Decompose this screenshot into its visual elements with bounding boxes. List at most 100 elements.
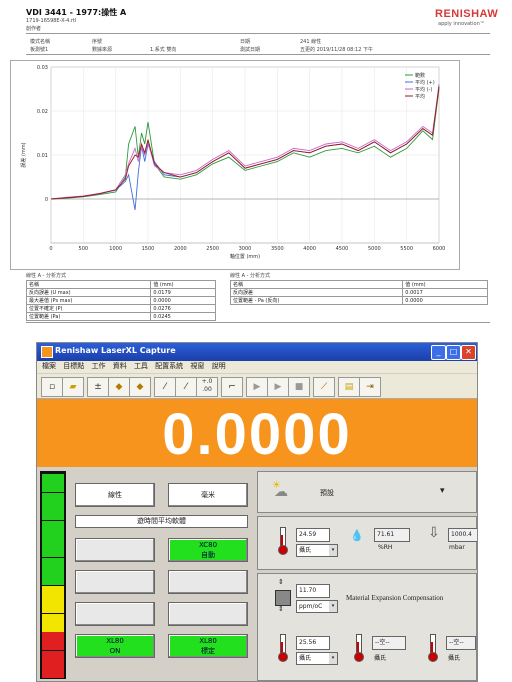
chevron-down-icon[interactable]: ▾ — [329, 545, 337, 556]
exit-door-icon[interactable]: ⇥ — [359, 377, 381, 397]
averaging-mode-button[interactable]: 遊時間平均軟體 — [75, 515, 248, 528]
graph-icon[interactable]: ⟋ — [313, 377, 335, 397]
thermometer-icon — [278, 527, 288, 555]
chevron-down-icon[interactable]: ▾ — [440, 486, 445, 496]
level-segment — [42, 548, 64, 558]
close-icon[interactable]: ✕ — [461, 345, 476, 360]
weather-preset-label: 預設 — [320, 489, 334, 497]
slope-icon[interactable]: ⁄ — [154, 377, 176, 397]
slope-reset-icon[interactable]: ⁄ — [175, 377, 197, 397]
target-icon[interactable]: ◆ — [108, 377, 130, 397]
level-segment — [42, 474, 64, 483]
report-page: VDI 3441 - 1977:操性 A 1719-16598E-X-4.rtl… — [0, 0, 512, 330]
table-row: 位置範差 - Pa (反向) 0.0000 — [229, 296, 488, 305]
expansion-unit: ppm/oC — [299, 603, 323, 610]
open-folder-icon[interactable]: ▰ — [62, 377, 84, 397]
material-temp-1-field[interactable]: 25.56 — [296, 636, 330, 650]
material-temp-2-field[interactable]: --空-- — [372, 636, 406, 650]
play-icon[interactable]: ▶ — [246, 377, 268, 397]
plus-minus-icon[interactable]: ± — [87, 377, 109, 397]
title-bar[interactable]: Renishaw LaserXL Capture _ □ ✕ — [37, 343, 477, 361]
table-right: 名稱值 (mm) 反向誤差 0.0017 位置範差 - Pa (反向) 0.0000 — [229, 280, 488, 305]
expand-arrows-icon: ⇕ — [278, 578, 284, 586]
ramp-icon[interactable]: ⌐ — [221, 377, 243, 397]
expansion-unit-select[interactable]: ppm/oC ▾ — [296, 600, 338, 613]
menu-target[interactable]: 目標點 — [63, 362, 84, 370]
meta-testdate: 五更的 2019/11/28 08:12 下午 — [300, 47, 373, 53]
signal-strength-bar — [40, 471, 66, 679]
xl80-calibrate-button[interactable]: XL80 標定 — [168, 634, 248, 658]
table-left-title: 線性 A - 分析方式 — [26, 273, 66, 279]
x-tick-label: 1500 — [142, 246, 155, 252]
meta-serial: 序號 — [92, 39, 103, 45]
minimize-icon[interactable]: _ — [431, 345, 446, 360]
x-tick-label: 4000 — [303, 246, 316, 252]
clipboard-icon[interactable]: ▤ — [338, 377, 360, 397]
table-row: 位置範差 (Pa) 0.0245 — [25, 312, 216, 321]
material-compensation-label: Material Expansion Compensation — [346, 594, 444, 602]
level-segment — [42, 539, 64, 549]
report-author: 創作者 — [26, 26, 42, 32]
menu-tools[interactable]: 工具 — [134, 362, 148, 370]
xl80-on-button[interactable]: XL80 ON — [75, 634, 155, 658]
table-header: 名稱 — [25, 280, 152, 289]
menu-work[interactable]: 工作 — [91, 362, 105, 370]
mm-button[interactable]: 毫米 — [168, 483, 248, 507]
material-block-icon — [275, 590, 291, 606]
on-label: ON — [109, 647, 121, 655]
stop-icon[interactable]: ■ — [288, 377, 310, 397]
x-tick-label: 500 — [79, 246, 89, 252]
air-temp-field[interactable]: 24.59 — [296, 528, 330, 542]
empty-button-5[interactable] — [168, 602, 248, 626]
level-segment — [42, 632, 64, 642]
level-segment — [42, 613, 64, 623]
pressure-field[interactable]: 1000.4 — [448, 528, 477, 542]
datum-icon[interactable]: +.0.00 — [196, 377, 218, 397]
level-segment — [42, 483, 64, 493]
empty-button-3[interactable] — [168, 570, 248, 594]
x-tick-label: 5500 — [400, 246, 413, 252]
report-file: 1719-16598E-X-4.rtl — [26, 18, 77, 24]
meta-source: 數據來源 — [92, 47, 113, 53]
maximize-icon[interactable]: □ — [446, 345, 461, 360]
weather-panel: ☁ ☀ 預設 ▾ — [257, 471, 477, 513]
material-temp-1-unit: 攝氏 — [299, 655, 312, 662]
menu-window[interactable]: 視窗 — [190, 362, 204, 370]
level-segment — [42, 511, 64, 521]
play-step-icon[interactable]: ▶ — [267, 377, 289, 397]
table-cell: 0.0000 — [150, 296, 216, 305]
logo-tagline: apply innovation™ — [438, 21, 485, 27]
humidity-drops-icon: 💧 — [350, 529, 364, 542]
menu-data[interactable]: 資料 — [113, 362, 127, 370]
expansion-coef-field[interactable]: 11.70 — [296, 584, 330, 598]
empty-button-4[interactable] — [75, 602, 155, 626]
linear-button[interactable]: 線性 — [75, 483, 155, 507]
legend-entry: 平均 (-) — [415, 86, 432, 93]
menu-config[interactable]: 配置系統 — [155, 362, 183, 370]
meta-board: 板測號1 — [30, 47, 49, 53]
xc80-auto-button[interactable]: XC80 自動 — [168, 538, 248, 562]
chevron-down-icon[interactable]: ▾ — [329, 653, 337, 664]
y-tick-label: 0.03 — [37, 65, 48, 71]
y-tick-label: 0.02 — [37, 109, 48, 115]
empty-button-2[interactable] — [75, 570, 155, 594]
new-file-icon[interactable]: ▫ — [41, 377, 63, 397]
table-header: 值 (mm) — [150, 280, 216, 289]
air-temp-unit-select[interactable]: 攝氏 ▾ — [296, 544, 338, 557]
y-tick-label: 0 — [45, 197, 48, 203]
material-temp-3-field[interactable]: --空-- — [446, 636, 476, 650]
x-tick-label: 6000 — [433, 246, 446, 252]
humidity-field[interactable]: 71.61 — [374, 528, 410, 542]
table-cell: 反向誤差 — [229, 288, 404, 297]
target-arrow-icon[interactable]: ◆ — [129, 377, 151, 397]
calibrate-label: 標定 — [201, 647, 215, 655]
material-panel: ⇕ ⇕ 11.70 ppm/oC ▾ Material Expansion Com… — [257, 573, 477, 681]
level-segment — [42, 594, 64, 604]
menu-help[interactable]: 說明 — [212, 362, 226, 370]
empty-button-1[interactable] — [75, 538, 155, 562]
level-segment — [42, 669, 64, 679]
menu-file[interactable]: 檔案 — [42, 362, 56, 370]
meta-date-label: 日期 — [240, 39, 251, 45]
chevron-down-icon[interactable]: ▾ — [329, 601, 337, 612]
material-temp-1-unit-select[interactable]: 攝氏 ▾ — [296, 652, 338, 665]
